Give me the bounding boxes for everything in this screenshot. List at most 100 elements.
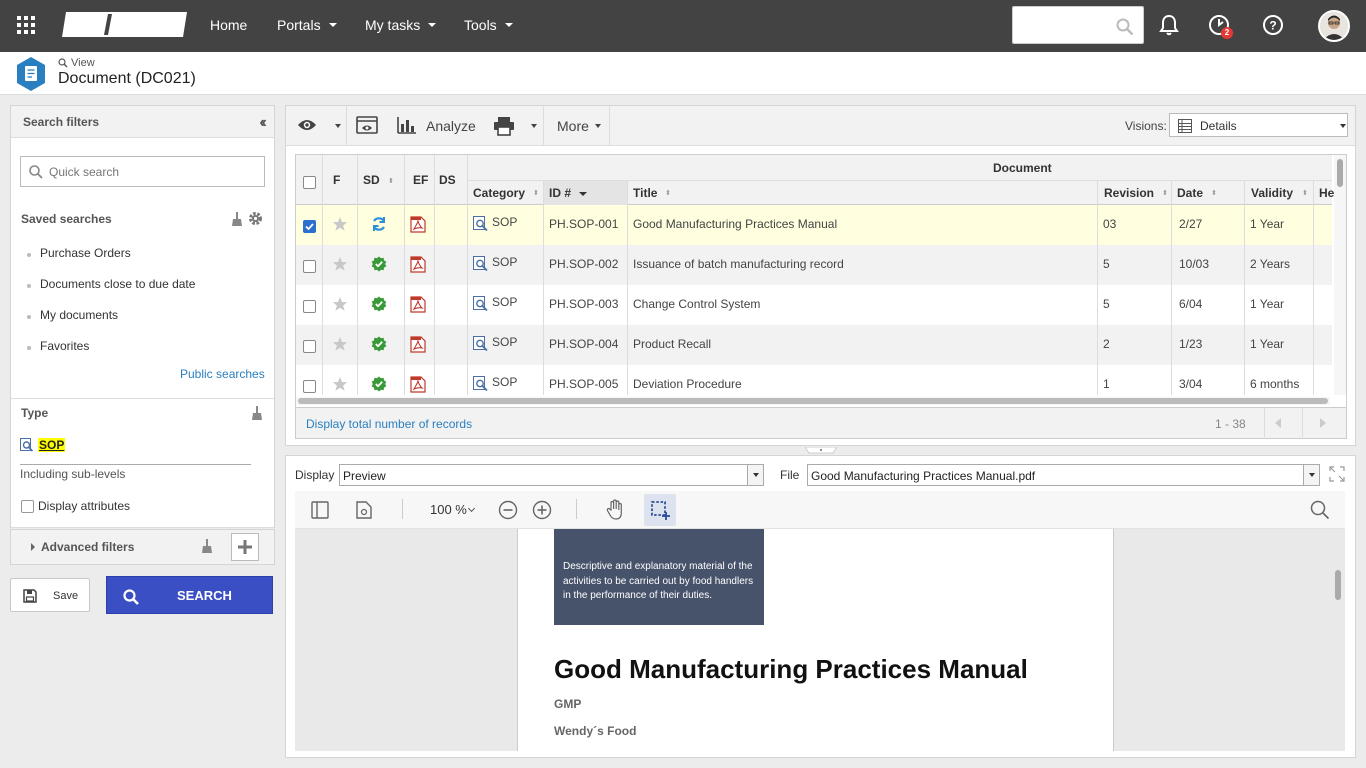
quick-search-input[interactable]	[49, 163, 254, 181]
nav-tools[interactable]: Tools	[464, 17, 513, 33]
public-searches-link[interactable]: Public searches	[180, 367, 265, 381]
global-search-input[interactable]	[1012, 6, 1144, 44]
pdf-viewport[interactable]: Descriptive and explanatory material of …	[295, 529, 1345, 751]
col-header-ds[interactable]: DS	[439, 173, 456, 187]
table-row[interactable]: SOP PH.SOP-002 Issuance of batch manufactu…	[296, 245, 1332, 285]
favorite-star-icon[interactable]	[332, 256, 348, 272]
nav-my-tasks[interactable]: My tasks	[365, 17, 437, 33]
cell-id[interactable]: PH.SOP-001	[549, 217, 618, 231]
chevron-down-icon[interactable]	[335, 124, 341, 128]
selection-tool-button[interactable]	[644, 494, 676, 526]
search-button[interactable]: SEARCH	[106, 576, 273, 614]
advanced-filters-bar[interactable]: Advanced filters	[10, 529, 275, 565]
cell-id[interactable]: PH.SOP-003	[549, 297, 618, 311]
col-header-title[interactable]: Title	[633, 186, 657, 200]
pdf-file-icon[interactable]	[410, 256, 426, 273]
view-document-icon[interactable]	[356, 116, 378, 136]
chevron-down-icon[interactable]	[531, 124, 537, 128]
hand-tool-icon[interactable]	[605, 499, 625, 521]
pdf-file-icon[interactable]	[410, 376, 426, 393]
search-icon[interactable]	[1116, 18, 1134, 36]
col-header-revision[interactable]: Revision	[1104, 186, 1154, 200]
add-filter-button[interactable]	[231, 533, 259, 561]
cell-title[interactable]: Good Manufacturing Practices Manual	[633, 217, 837, 231]
sort-descending-icon[interactable]	[579, 192, 587, 196]
gear-icon[interactable]	[248, 211, 263, 226]
row-checkbox[interactable]	[303, 300, 316, 313]
pdf-scrollbar-thumb[interactable]	[1335, 570, 1341, 600]
sidebar-toggle-icon[interactable]	[311, 501, 329, 519]
analyze-button[interactable]: Analyze	[426, 118, 476, 134]
row-checkbox[interactable]	[303, 380, 316, 393]
cell-title[interactable]: Deviation Procedure	[633, 377, 742, 391]
horizontal-scrollbar[interactable]	[296, 397, 1330, 405]
analyze-chart-icon[interactable]	[397, 116, 417, 134]
col-header-ef[interactable]: EF	[413, 173, 428, 187]
table-row[interactable]: SOP PH.SOP-004 Product Recall 2 1/23 1 Year	[296, 325, 1332, 365]
pdf-file-icon[interactable]	[410, 296, 426, 313]
cell-id[interactable]: PH.SOP-002	[549, 257, 618, 271]
col-header-category[interactable]: Category	[473, 186, 525, 200]
search-icon[interactable]	[1310, 500, 1330, 520]
bell-icon[interactable]	[1159, 14, 1179, 36]
col-header-validity[interactable]: Validity	[1251, 186, 1293, 200]
row-checkbox[interactable]	[303, 260, 316, 273]
row-checkbox[interactable]	[303, 220, 316, 233]
favorite-star-icon[interactable]	[332, 336, 348, 352]
next-page-icon[interactable]	[1320, 418, 1326, 428]
sort-icon[interactable]: ⬍	[1211, 189, 1217, 197]
sort-icon[interactable]: ⬍	[1302, 189, 1308, 197]
nav-home[interactable]: Home	[210, 17, 247, 33]
saved-search-item[interactable]: Favorites	[40, 339, 89, 353]
favorite-star-icon[interactable]	[332, 376, 348, 392]
saved-search-item[interactable]: My documents	[40, 308, 118, 322]
apps-grid-icon[interactable]	[17, 16, 35, 34]
scrollbar-thumb[interactable]	[298, 398, 1328, 404]
dropdown-button[interactable]	[747, 465, 763, 485]
chevron-down-icon[interactable]	[467, 504, 476, 513]
saved-search-item[interactable]: Documents close to due date	[40, 277, 195, 291]
col-header-sd[interactable]: SD	[363, 173, 380, 187]
save-search-button[interactable]: Save	[10, 578, 90, 612]
table-row[interactable]: SOP PH.SOP-003 Change Control System 5 6/04 1…	[296, 285, 1332, 325]
quick-search-field[interactable]	[20, 156, 265, 187]
collapse-panel-icon[interactable]: ‹‹	[259, 114, 266, 132]
zoom-in-icon[interactable]	[532, 500, 552, 520]
file-select[interactable]: Good Manufacturing Practices Manual.pdf	[807, 464, 1320, 486]
scrollbar-thumb[interactable]	[1337, 159, 1343, 187]
vertical-scrollbar[interactable]	[1334, 155, 1346, 395]
cell-title[interactable]: Product Recall	[633, 337, 711, 351]
col-header-f[interactable]: F	[333, 173, 340, 187]
display-attributes-checkbox[interactable]	[21, 500, 34, 513]
display-select[interactable]: Preview	[339, 464, 764, 486]
eye-icon[interactable]	[297, 118, 317, 132]
favorite-star-icon[interactable]	[332, 216, 348, 232]
col-header-he[interactable]: He	[1319, 186, 1334, 200]
display-total-records-link[interactable]: Display total number of records	[306, 417, 472, 431]
table-row[interactable]: SOP PH.SOP-001 Good Manufacturing Practice…	[296, 205, 1332, 245]
cell-id[interactable]: PH.SOP-004	[549, 337, 618, 351]
type-filter-chip[interactable]: SOP	[20, 438, 66, 452]
previous-page-icon[interactable]	[1275, 418, 1281, 428]
printer-icon[interactable]	[493, 116, 515, 136]
visions-select[interactable]: Details	[1169, 113, 1348, 137]
cell-title[interactable]: Issuance of batch manufacturing record	[633, 257, 844, 271]
user-avatar[interactable]	[1318, 10, 1350, 42]
nav-portals[interactable]: Portals	[277, 17, 337, 33]
panel-splitter-handle[interactable]	[805, 447, 837, 454]
pdf-file-icon[interactable]	[410, 336, 426, 353]
more-button[interactable]: More	[557, 118, 589, 134]
select-all-checkbox[interactable]	[303, 176, 316, 189]
col-header-id[interactable]: ID #	[549, 186, 571, 200]
cell-id[interactable]: PH.SOP-005	[549, 377, 618, 391]
softexpert-logo[interactable]	[62, 11, 189, 38]
zoom-out-icon[interactable]	[498, 500, 518, 520]
sort-icon[interactable]: ⬍	[665, 189, 671, 197]
zoom-level[interactable]: 100 %	[430, 502, 467, 517]
pdf-file-icon[interactable]	[410, 216, 426, 233]
sort-icon[interactable]: ⬍	[1162, 189, 1168, 197]
help-icon[interactable]: ?	[1262, 14, 1284, 36]
sort-icon[interactable]: ⬍	[388, 177, 394, 185]
broom-icon[interactable]	[202, 539, 212, 553]
dropdown-button[interactable]	[1303, 465, 1319, 485]
